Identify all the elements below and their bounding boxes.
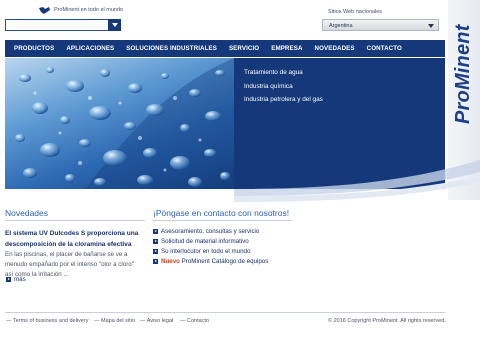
hero-link-tratamiento-agua[interactable]: Tratamiento de agua [244, 69, 303, 76]
footer-link-terms-label: Terms of business and delivery [12, 318, 89, 324]
contact-item-catalogo[interactable]: Nuevo ProMinent Catálogo de equipos [161, 258, 268, 265]
news-body: En las piscinas, el placer de bañarse se… [5, 251, 134, 278]
footer-link-terms[interactable]: — Terms of business and delivery [6, 318, 88, 324]
chevron-down-icon [428, 24, 434, 28]
news-divider [5, 220, 145, 221]
footer-divider [5, 312, 445, 313]
decorative-swoosh [234, 160, 480, 202]
arrow-right-icon [6, 277, 11, 282]
arrow-right-icon [153, 229, 158, 234]
hero-link-industria-quimica[interactable]: Industria química [244, 83, 293, 90]
footer-link-legal-label: Aviso legal [146, 318, 174, 324]
globe-icon [39, 7, 50, 14]
footer-link-sitemap[interactable]: — Mapa del sitio [94, 318, 135, 324]
main-nav: PRODUCTOS APLICACIONES SOLUCIONES INDUST… [5, 40, 445, 57]
nav-item-empresa[interactable]: EMPRESA [262, 45, 302, 52]
arrow-right-icon [153, 249, 158, 254]
nav-item-contacto[interactable]: CONTACTO [358, 45, 402, 52]
news-title: Novedades [5, 208, 49, 218]
footer-link-contact-label: Contacto [187, 318, 210, 324]
worldwide-link[interactable]: ProMinent en todo el mundo [54, 7, 123, 13]
contact-item-asesoramiento[interactable]: Asesoramiento, consultas y servicio [161, 228, 259, 235]
nav-item-servicio[interactable]: SERVICIO [220, 45, 259, 52]
footer-link-contact[interactable]: — Contacto [180, 318, 209, 324]
nav-item-productos[interactable]: PRODUCTOS [5, 45, 54, 52]
news-more-link[interactable]: más [14, 276, 26, 283]
catalog-link-text: ProMinent Catálogo de equipos [181, 258, 269, 265]
country-select-value: Argentina [329, 23, 353, 29]
new-badge: Nuevo [161, 258, 180, 265]
prominent-logo[interactable]: ProMinent [452, 24, 475, 124]
copyright: © 2016 Copyright ProMinent. All rights r… [328, 318, 446, 324]
contact-item-solicitud[interactable]: Solicitud de material informativo [161, 238, 249, 245]
arrow-right-icon [153, 259, 158, 264]
search-input[interactable] [5, 19, 121, 31]
news-headline[interactable]: El sistema UV Dulcodes S proporciona una… [5, 229, 141, 250]
nav-item-soluciones-industriales[interactable]: SOLUCIONES INDUSTRIALES [117, 45, 217, 52]
arrow-right-icon [153, 239, 158, 244]
search-button[interactable] [108, 19, 121, 31]
nav-item-aplicaciones[interactable]: APLICACIONES [57, 45, 114, 52]
country-select[interactable]: Argentina [322, 19, 439, 31]
chevron-down-icon [111, 23, 118, 27]
nav-item-novedades[interactable]: NOVEDADES [306, 45, 355, 52]
footer-link-sitemap-label: Mapa del sitio [101, 318, 135, 324]
hero-link-industria-petrolera[interactable]: Industria petrolera y del gas [244, 96, 323, 103]
footer-link-legal[interactable]: — Aviso legal [140, 318, 173, 324]
country-sites-label: Sitios Web nacionales [328, 9, 383, 15]
contact-item-interlocutor[interactable]: Su interlocutor en todo el mundo [161, 248, 250, 255]
contact-title: ¡Póngase en contacto con nosotros! [153, 208, 290, 218]
contact-divider [153, 220, 292, 221]
